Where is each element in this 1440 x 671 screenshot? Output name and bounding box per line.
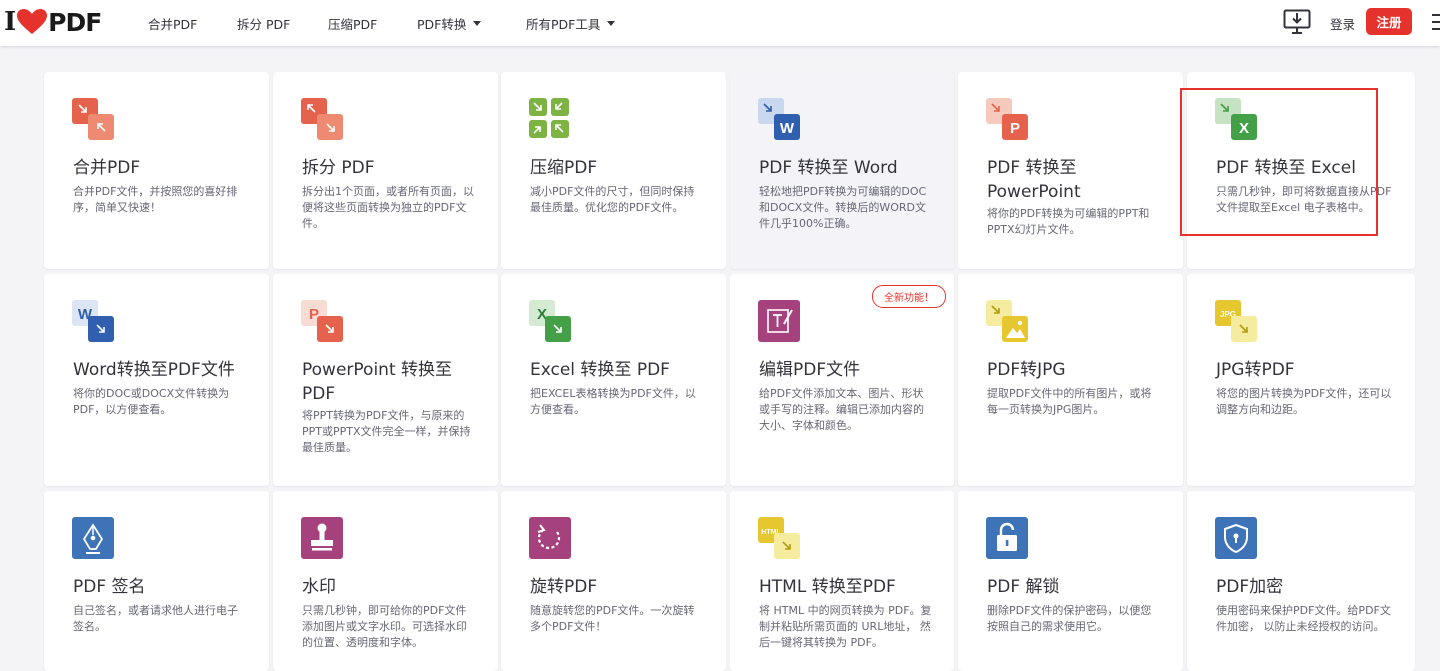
rotate-pdf-icon <box>529 517 571 559</box>
tool-title: PDF转JPG <box>987 360 1066 380</box>
tool-card-excel-to-pdf[interactable]: X Excel 转换至 PDF 把EXCEL表格转换为PDF文件，以方便查看。 <box>501 274 726 486</box>
tool-card-ppt-to-pdf[interactable]: P PowerPoint 转换至 PDF 将PPT转换为PDF文件，与原来的PP… <box>273 274 498 486</box>
tool-description: 将你的PDF转换为可编辑的PPT和PPTX幻灯片文件。 <box>987 207 1150 236</box>
caret-down-icon <box>473 20 482 26</box>
tool-card-unlock-pdf[interactable]: PDF 解锁 删除PDF文件的保护密码，以便您按照自己的需求使用它。 <box>958 491 1183 671</box>
ilovepdf-logo[interactable]: I PDF <box>4 6 102 38</box>
tool-description: 使用密码来保护PDF文件。给PDF文件加密， 以防止未经授权的访问。 <box>1216 604 1391 633</box>
heart-icon <box>17 9 48 34</box>
watermark-icon <box>301 517 343 559</box>
hamburger-menu-icon[interactable] <box>1432 14 1440 30</box>
tool-description: 把EXCEL表格转换为PDF文件，以方便查看。 <box>530 387 696 416</box>
tool-card-pdf-to-excel[interactable]: X PDF 转换至 Excel 只需几秒钟，即可将数据直接从PDF文件提取至Ex… <box>1187 72 1415 269</box>
merge-icon <box>72 98 114 140</box>
tool-card-compress[interactable]: 压缩PDF 减小PDF文件的尺寸，但同时保持最佳质量。优化您的PDF文件。 <box>501 72 726 269</box>
tool-card-protect-pdf[interactable]: PDF加密 使用密码来保护PDF文件。给PDF文件加密， 以防止未经授权的访问。 <box>1187 491 1415 671</box>
html-to-pdf-icon: HTML <box>758 517 800 559</box>
jpg-to-pdf-icon: JPG <box>1215 300 1257 342</box>
tool-description: 轻松地把PDF转换为可编辑的DOC和DOCX文件。转换后的WORD文件几乎100… <box>759 185 927 230</box>
tool-card-split[interactable]: 拆分 PDF 拆分出1个页面，或者所有页面，以便将这些页面转换为独立的PDF文件… <box>273 72 498 269</box>
tool-title: HTML 转换至PDF <box>759 577 896 597</box>
tool-title: PDF 转换至 Excel <box>1216 158 1356 178</box>
pdf-to-ppt-icon: P <box>986 98 1028 140</box>
tool-title: Excel 转换至 PDF <box>530 360 670 380</box>
svg-text:W: W <box>780 120 795 137</box>
tool-title: 合并PDF <box>73 158 141 178</box>
login-label: 登录 <box>1330 16 1356 32</box>
tool-description: 给PDF文件添加文本、图片、形状或手写的注释。编辑已添加内容的大小、字体和颜色。 <box>759 387 924 432</box>
split-icon <box>301 98 343 140</box>
nav-merge[interactable]: 合并PDF <box>148 0 197 46</box>
tool-description: 自己签名，或者请求他人进行电子签名。 <box>73 604 238 633</box>
tool-card-sign-pdf[interactable]: PDF 签名 自己签名，或者请求他人进行电子签名。 <box>44 491 269 671</box>
tool-title: PDF 解锁 <box>987 577 1060 597</box>
nav-all-tools-dropdown[interactable]: 所有PDF工具 <box>526 0 616 46</box>
tool-title: PDF 转换至 PowerPoint <box>987 158 1081 202</box>
svg-text:P: P <box>1010 120 1020 137</box>
tool-description: 只需几秒钟，即可将数据直接从PDF文件提取至Excel 电子表格中。 <box>1216 185 1392 214</box>
nav-compress[interactable]: 压缩PDF <box>328 0 377 46</box>
unlock-pdf-icon <box>986 517 1028 559</box>
pdf-to-jpg-icon <box>986 300 1028 342</box>
tool-title: 编辑PDF文件 <box>759 360 861 380</box>
nav-label: 拆分 PDF <box>237 16 291 32</box>
tool-description: 删除PDF文件的保护密码，以便您按照自己的需求使用它。 <box>987 604 1152 633</box>
word-to-pdf-icon: W <box>72 300 114 342</box>
tool-title: PowerPoint 转换至 PDF <box>302 360 453 404</box>
register-button[interactable]: 注册 <box>1366 8 1412 35</box>
svg-text:X: X <box>1239 120 1249 137</box>
tool-card-word-to-pdf[interactable]: W Word转换至PDF文件 将你的DOC或DOCX文件转换为PDF，以方便查看… <box>44 274 269 486</box>
pdf-to-word-icon: W <box>758 98 800 140</box>
tool-card-edit-pdf[interactable]: 编辑PDF文件 给PDF文件添加文本、图片、形状或手写的注释。编辑已添加内容的大… <box>730 274 954 486</box>
tool-title: PDF 签名 <box>73 577 146 597</box>
edit-pdf-icon <box>758 300 800 342</box>
nav-label: 压缩PDF <box>328 16 378 32</box>
login-link[interactable]: 登录 <box>1330 0 1355 46</box>
protect-pdf-icon <box>1215 517 1257 559</box>
tool-description: 将PPT转换为PDF文件，与原来的PPT或PPTX文件完全一样，并保持最佳质量。 <box>302 409 471 454</box>
tool-title: Word转换至PDF文件 <box>73 360 235 380</box>
tool-title: PDF 转换至 Word <box>759 158 898 178</box>
tool-description: 将 HTML 中的网页转换为 PDF。复制并粘贴所需页面的 URL地址， 然后一… <box>759 604 932 649</box>
tool-description: 合并PDF文件，并按照您的喜好排序，简单又快速！ <box>73 185 238 214</box>
tool-card-rotate-pdf[interactable]: 旋转PDF 随意旋转您的PDF文件。一次旋转多个PDF文件！ <box>501 491 726 671</box>
tool-title: 旋转PDF <box>530 577 598 597</box>
nav-label: PDF转换 <box>417 16 467 32</box>
tool-description: 拆分出1个页面，或者所有页面，以便将这些页面转换为独立的PDF文件。 <box>302 185 474 230</box>
tool-description: 减小PDF文件的尺寸，但同时保持最佳质量。优化您的PDF文件。 <box>530 185 695 214</box>
tool-description: 只需几秒钟，即可给你的PDF文件添加图片或文字水印。可选择水印的位置、透明度和字… <box>302 604 467 649</box>
tool-title: 拆分 PDF <box>302 158 375 178</box>
tool-description: 提取PDF文件中的所有图片，或将每一页转换为JPG图片。 <box>987 387 1152 416</box>
nav-convert-dropdown[interactable]: PDF转换 <box>417 0 482 46</box>
tool-title: 水印 <box>302 577 336 597</box>
register-label: 注册 <box>1376 15 1402 30</box>
logo-letter-i: I <box>4 7 17 37</box>
tool-card-html-to-pdf[interactable]: HTML HTML 转换至PDF 将 HTML 中的网页转换为 PDF。复制并粘… <box>730 491 954 671</box>
tool-card-pdf-to-ppt[interactable]: P PDF 转换至 PowerPoint 将你的PDF转换为可编辑的PPT和PP… <box>958 72 1183 269</box>
tool-title: 压缩PDF <box>530 158 598 178</box>
tool-card-jpg-to-pdf[interactable]: JPG JPG转PDF 将您的图片转换为PDF文件，还可以调整方向和边距。 <box>1187 274 1415 486</box>
logo-text-pdf: PDF <box>48 7 102 37</box>
new-feature-badge: 全新功能！ <box>872 285 946 308</box>
desktop-download-icon[interactable] <box>1283 9 1311 35</box>
tool-description: 随意旋转您的PDF文件。一次旋转多个PDF文件！ <box>530 604 695 633</box>
tool-card-pdf-to-word[interactable]: W PDF 转换至 Word 轻松地把PDF转换为可编辑的DOC和DOCX文件。… <box>730 72 954 269</box>
nav-label: 合并PDF <box>148 16 198 32</box>
tool-title: JPG转PDF <box>1216 360 1295 380</box>
tool-card-pdf-to-jpg[interactable]: PDF转JPG 提取PDF文件中的所有图片，或将每一页转换为JPG图片。 <box>958 274 1183 486</box>
compress-icon <box>529 98 569 138</box>
nav-split[interactable]: 拆分 PDF <box>237 0 290 46</box>
nav-label: 所有PDF工具 <box>526 16 601 32</box>
tool-description: 将你的DOC或DOCX文件转换为PDF，以方便查看。 <box>73 387 230 416</box>
caret-down-icon <box>607 20 616 26</box>
sign-pdf-icon <box>72 517 114 559</box>
top-header: I PDF 合并PDF 拆分 PDF 压缩PDF PDF转换 所有PDF工具 登… <box>0 0 1440 46</box>
tool-title: PDF加密 <box>1216 577 1284 597</box>
excel-to-pdf-icon: X <box>529 300 571 342</box>
tool-description: 将您的图片转换为PDF文件，还可以调整方向和边距。 <box>1216 387 1392 416</box>
tool-card-watermark[interactable]: 水印 只需几秒钟，即可给你的PDF文件添加图片或文字水印。可选择水印的位置、透明… <box>273 491 498 671</box>
tool-card-merge[interactable]: 合并PDF 合并PDF文件，并按照您的喜好排序，简单又快速！ <box>44 72 269 269</box>
pdf-to-excel-icon: X <box>1215 98 1257 140</box>
ppt-to-pdf-icon: P <box>301 300 343 342</box>
